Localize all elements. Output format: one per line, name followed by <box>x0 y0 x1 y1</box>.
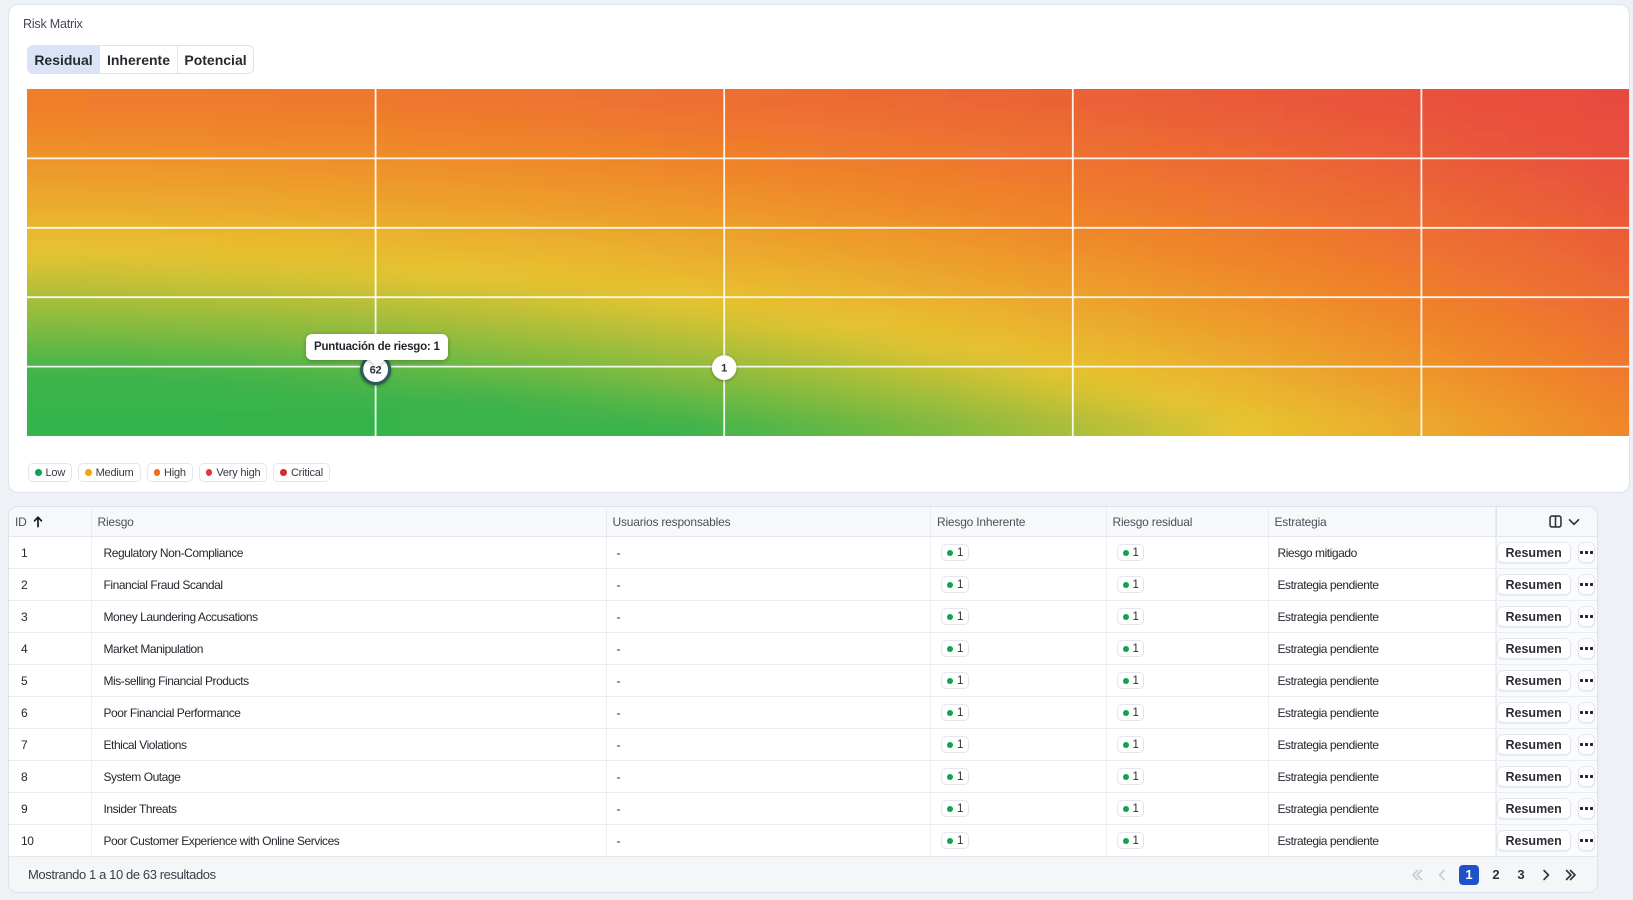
svg-text:1: 1 <box>721 363 727 375</box>
